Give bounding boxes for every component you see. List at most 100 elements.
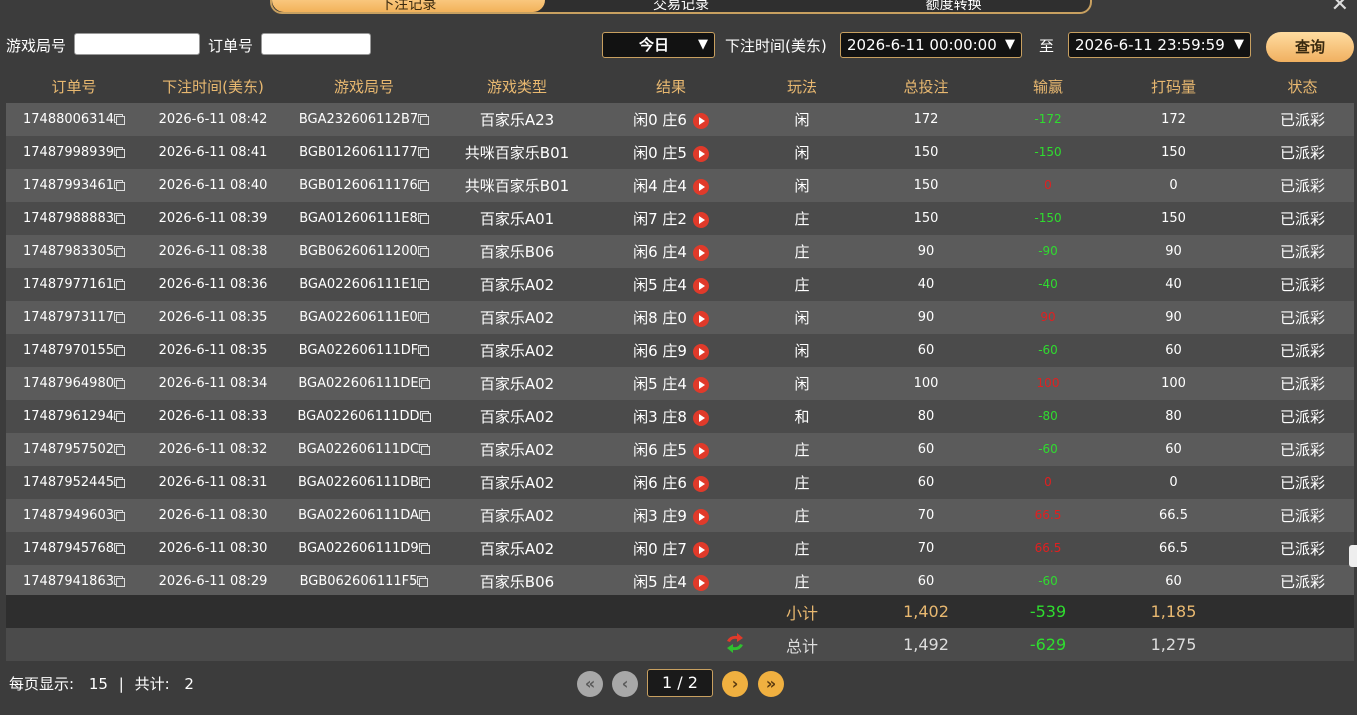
copy-icon[interactable] [419, 281, 429, 290]
close-icon[interactable]: ✕ [1331, 0, 1349, 17]
order-no-cell: 17487957502 [6, 442, 142, 457]
copy-icon[interactable] [115, 413, 125, 422]
play-video-icon[interactable] [692, 574, 709, 591]
play-video-icon[interactable] [692, 244, 709, 261]
copy-icon[interactable] [115, 116, 125, 125]
copy-icon[interactable] [420, 347, 430, 356]
next-page-button[interactable]: › [722, 671, 748, 697]
game-type-cell: 百家乐A02 [444, 472, 590, 493]
copy-icon[interactable] [115, 578, 125, 587]
play-video-icon[interactable] [692, 310, 709, 327]
play-video-icon[interactable] [692, 508, 709, 525]
copy-icon[interactable] [420, 380, 430, 389]
per-page-label: 每页显示: [9, 675, 75, 693]
play-video-icon[interactable] [692, 409, 709, 426]
side-handle[interactable] [1349, 545, 1357, 567]
refresh-icon[interactable] [724, 632, 746, 653]
copy-icon[interactable] [115, 446, 125, 455]
copy-icon[interactable] [419, 314, 429, 323]
bet-time-cell: 2026-6-11 08:35 [142, 310, 284, 325]
copy-icon[interactable] [419, 182, 429, 191]
game-type-cell: 百家乐A02 [444, 538, 590, 559]
copy-icon[interactable] [115, 248, 125, 257]
chevron-down-icon: ▼ [698, 37, 708, 52]
total-bet-cell-text: 60 [917, 574, 935, 589]
turnover-cell-text: 100 [1161, 376, 1186, 391]
copy-icon[interactable] [115, 281, 125, 290]
col-result: 结果 [655, 78, 686, 96]
table-row: 17487983305 2026-6-11 08:38 BGB06260611200… [6, 235, 1354, 268]
copy-icon[interactable] [115, 347, 125, 356]
copy-icon[interactable] [421, 413, 431, 422]
round-no-cell: BGA022606111E0 [284, 310, 444, 325]
copy-icon[interactable] [421, 446, 431, 455]
status-cell: 已派彩 [1251, 274, 1354, 295]
tab-transactions[interactable]: 交易记录 [545, 0, 818, 12]
play-video-icon[interactable] [692, 211, 709, 228]
play-cell: 闲 [752, 109, 852, 130]
first-page-button[interactable]: « [577, 671, 603, 697]
copy-icon[interactable] [419, 215, 429, 224]
end-time-select[interactable]: 2026-6-11 23:59:59 ▼ [1068, 32, 1251, 58]
play-video-icon[interactable] [692, 475, 709, 492]
table-row: 17487970155 2026-6-11 08:35 BGA022606111DF… [6, 334, 1354, 367]
copy-icon[interactable] [419, 149, 429, 158]
order-no-input[interactable] [261, 33, 371, 55]
copy-icon[interactable] [421, 479, 431, 488]
prev-page-button[interactable]: ‹ [612, 671, 638, 697]
status-cell-text: 已派彩 [1279, 441, 1325, 459]
play-video-icon[interactable] [692, 277, 709, 294]
tab-credit-transfer[interactable]: 额度转换 [817, 0, 1090, 12]
order-no-cell-text: 17487993461 [23, 178, 114, 193]
bet-time-cell: 2026-6-11 08:33 [142, 409, 284, 424]
play-video-icon[interactable] [692, 541, 709, 558]
copy-icon[interactable] [115, 182, 125, 191]
copy-icon[interactable] [115, 512, 125, 521]
last-page-button[interactable]: » [758, 671, 784, 697]
range-select[interactable]: 今日 ▼ [602, 32, 715, 58]
game-no-input[interactable] [74, 33, 200, 55]
round-no-cell-text: BGA022606111DF [298, 343, 419, 358]
filter-bar: 游戏局号 订单号 今日 ▼ 下注时间(美东) 2026-6-11 00:00:0… [0, 30, 1357, 62]
copy-icon[interactable] [419, 578, 429, 587]
copy-icon[interactable] [115, 479, 125, 488]
result-cell: 闲0 庄7 [590, 538, 752, 559]
start-time-select[interactable]: 2026-6-11 00:00:00 ▼ [840, 32, 1022, 58]
play-cell: 庄 [752, 538, 852, 559]
copy-icon[interactable] [420, 116, 430, 125]
win-loss-cell-text: 0 [1044, 475, 1052, 489]
copy-icon[interactable] [420, 512, 430, 521]
copy-icon[interactable] [115, 215, 125, 224]
copy-icon[interactable] [115, 149, 125, 158]
copy-icon[interactable] [115, 314, 125, 323]
round-no-cell: BGA232606112B7 [284, 112, 444, 127]
status-cell-text: 已派彩 [1279, 507, 1325, 525]
result-cell: 闲3 庄8 [590, 406, 752, 427]
tab-bet-records[interactable]: 下注记录 [272, 0, 545, 12]
bet-time-cell: 2026-6-11 08:38 [142, 244, 284, 259]
play-video-icon[interactable] [692, 442, 709, 459]
turnover-cell-text: 66.5 [1159, 541, 1188, 556]
play-video-icon[interactable] [692, 112, 709, 129]
play-cell-text: 庄 [794, 474, 810, 492]
play-video-icon[interactable] [692, 343, 709, 360]
result-cell: 闲4 庄4 [590, 175, 752, 196]
copy-icon[interactable] [115, 380, 125, 389]
chevron-down-icon: ▼ [1005, 37, 1015, 52]
turnover-cell-text: 90 [1165, 310, 1182, 325]
copy-icon[interactable] [420, 545, 430, 554]
play-cell-text: 庄 [794, 243, 810, 261]
copy-icon[interactable] [419, 248, 429, 257]
play-video-icon[interactable] [692, 376, 709, 393]
col-play: 玩法 [786, 78, 817, 96]
order-no-cell: 17488006314 [6, 112, 142, 127]
play-video-icon[interactable] [692, 145, 709, 162]
query-button[interactable]: 查询 [1266, 32, 1354, 62]
table-header: 订单号 下注时间(美东) 游戏局号 游戏类型 结果 玩法 总投注 输赢 打码量 … [6, 70, 1354, 103]
bet-time-cell-text: 2026-6-11 08:30 [158, 541, 268, 556]
play-video-icon[interactable] [692, 178, 709, 195]
result-cell-text: 闲6 庄6 [633, 474, 687, 492]
copy-icon[interactable] [115, 545, 125, 554]
total-bet-cell-text: 70 [917, 508, 935, 523]
page-indicator[interactable]: 1 / 2 [647, 669, 713, 697]
